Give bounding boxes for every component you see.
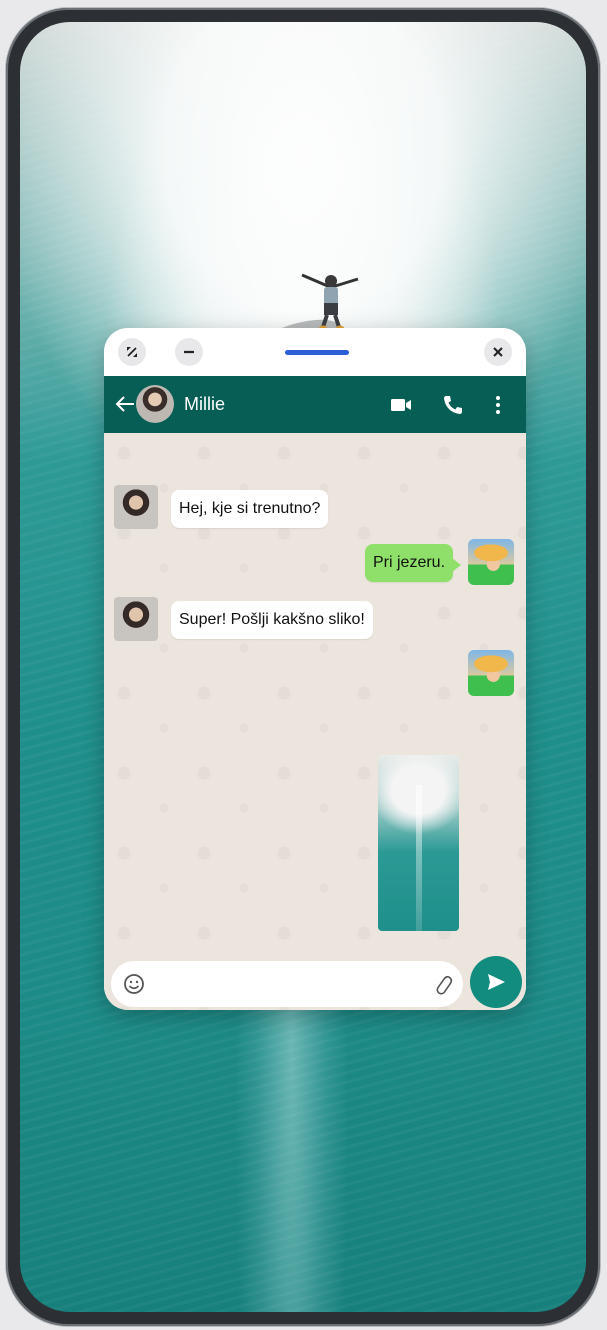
message-bubble-outgoing[interactable]: Pri jezeru. xyxy=(365,544,462,582)
window-title-bar xyxy=(104,328,526,376)
own-avatar[interactable] xyxy=(468,650,514,696)
sender-avatar[interactable] xyxy=(114,597,158,641)
phone-call-icon[interactable] xyxy=(441,393,465,417)
message-input[interactable] xyxy=(111,961,463,1007)
video-call-icon[interactable] xyxy=(389,393,413,417)
send-button[interactable] xyxy=(470,956,522,1008)
chat-messages[interactable]: Hej, kje si trenutno? Pri jezeru. Super!… xyxy=(104,433,526,1010)
contact-name[interactable]: Millie xyxy=(184,394,225,415)
emoji-icon[interactable] xyxy=(123,973,145,995)
close-icon xyxy=(493,347,503,357)
chat-header: Millie xyxy=(104,376,526,433)
send-icon xyxy=(488,974,505,990)
more-options-icon[interactable] xyxy=(486,393,510,417)
attach-icon[interactable] xyxy=(433,973,455,995)
fullscreen-button[interactable] xyxy=(118,338,146,366)
own-avatar[interactable] xyxy=(468,539,514,585)
drag-handle[interactable] xyxy=(285,350,349,355)
sender-avatar[interactable] xyxy=(114,485,158,529)
image-message[interactable] xyxy=(378,755,459,931)
minimize-icon xyxy=(184,350,194,354)
message-bubble-incoming[interactable]: Hej, kje si trenutno? xyxy=(171,490,329,528)
close-button[interactable] xyxy=(484,338,512,366)
fullscreen-icon xyxy=(127,347,137,357)
wallpaper-person xyxy=(301,273,359,331)
message-bubble-incoming[interactable]: Super! Pošlji kakšno sliko! xyxy=(171,601,373,639)
floating-chat-window: Millie Hej, kje si trenutno? Pri jezeru.… xyxy=(104,328,526,1010)
contact-avatar[interactable] xyxy=(136,385,174,423)
back-arrow-icon[interactable] xyxy=(114,392,136,416)
minimize-button[interactable] xyxy=(175,338,203,366)
